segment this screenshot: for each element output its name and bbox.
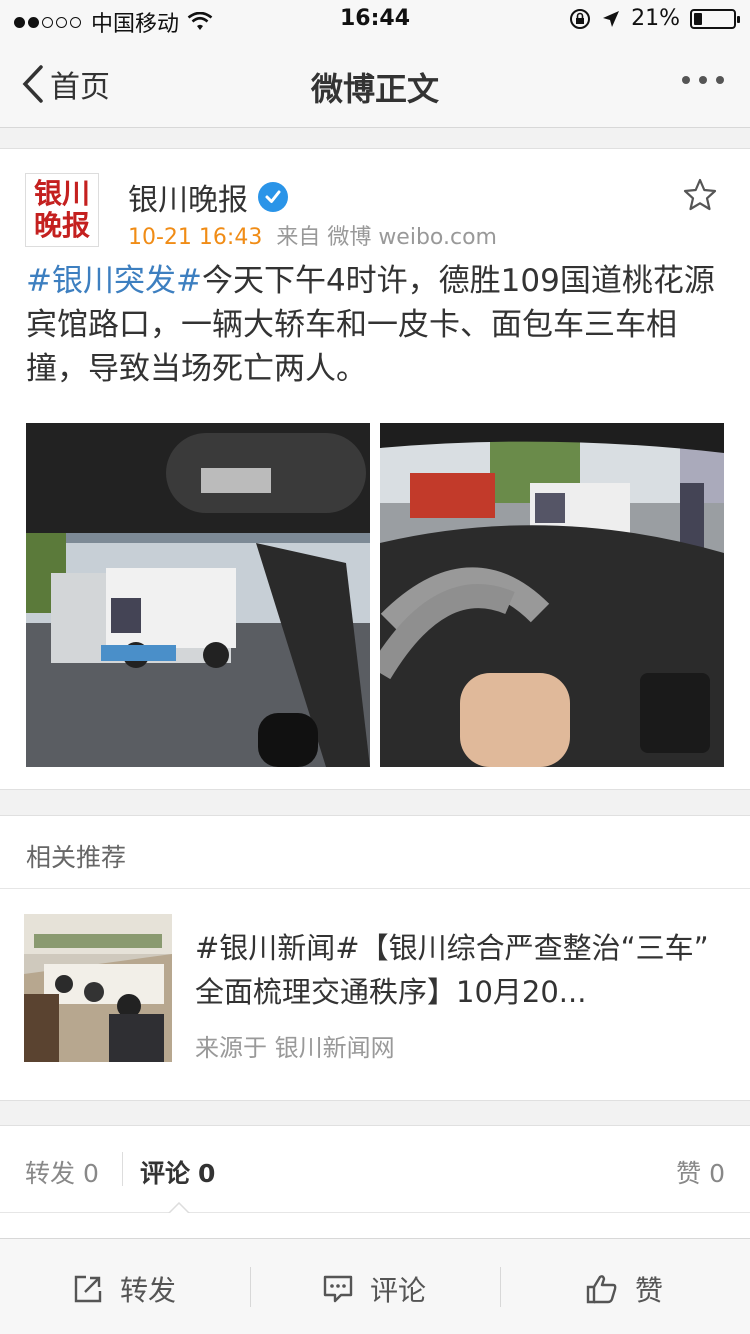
- interaction-tabs: 转发 0 评论 0 赞0: [0, 1125, 750, 1214]
- battery-percent: 21%: [631, 6, 680, 31]
- avatar-text-bottom: 晚报: [33, 209, 90, 242]
- favorite-star-icon[interactable]: [682, 177, 718, 213]
- status-bar-right: 21%: [569, 6, 740, 31]
- author-row: 银川晚报: [128, 175, 288, 219]
- post-time: 10-21 16:43: [128, 225, 263, 250]
- tab-comment[interactable]: 评论 0: [140, 1154, 215, 1190]
- tab-repost-count: 0: [83, 1159, 99, 1188]
- post-photo-1[interactable]: [26, 423, 370, 767]
- location-arrow-icon: [603, 10, 620, 27]
- comment-button[interactable]: 评论: [322, 1269, 426, 1309]
- thumbs-up-icon: [586, 1275, 617, 1304]
- hashtag-link[interactable]: #银川突发#: [26, 263, 202, 299]
- share-icon: [74, 1275, 102, 1303]
- tab-repost[interactable]: 转发 0: [25, 1154, 99, 1190]
- repost-button[interactable]: 转发: [72, 1269, 176, 1309]
- comment-label: 评论: [370, 1274, 427, 1307]
- weibo-post: 银川 晚报 银川晚报 10-21 16:43 来自 微博 weibo.com #银…: [0, 148, 750, 790]
- post-photo-2[interactable]: [380, 423, 724, 767]
- related-item-thumbnail[interactable]: [24, 914, 172, 1062]
- related-section: 相关推荐 #银川新闻#【银川综合严查整治“三车” 全面梳理交通秩序】10月20.…: [0, 815, 750, 1101]
- battery-icon: [690, 8, 740, 29]
- tab-like[interactable]: 赞0: [676, 1154, 725, 1190]
- bottom-toolbar: 转发 评论 赞: [0, 1238, 750, 1334]
- like-label: 赞: [635, 1274, 664, 1307]
- tab-comment-count: 0: [198, 1159, 216, 1188]
- tab-repost-label: 转发: [25, 1159, 76, 1188]
- tab-like-count: 0: [709, 1159, 725, 1188]
- related-item-title[interactable]: #银川新闻#【银川综合严查整治“三车” 全面梳理交通秩序】10月20...: [195, 926, 725, 1014]
- toolbar-divider: [500, 1267, 501, 1307]
- tab-divider: [122, 1152, 123, 1186]
- avatar[interactable]: 银川 晚报: [25, 173, 99, 247]
- related-item-source: 来源于 银川新闻网: [195, 1034, 395, 1062]
- verified-badge-icon: [258, 182, 288, 212]
- avatar-text-top: 银川: [33, 177, 90, 210]
- author-name[interactable]: 银川晚报: [128, 175, 248, 219]
- post-text: #银川突发#今天下午4时许，德胜109国道桃花源宾馆路口，一辆大轿车和一皮卡、面…: [26, 259, 726, 391]
- post-meta: 10-21 16:43 来自 微博 weibo.com: [128, 219, 497, 251]
- rotation-lock-icon: [570, 8, 591, 29]
- status-bar: 中国移动 16:44 21%: [0, 0, 750, 40]
- post-source: 来自 微博 weibo.com: [276, 225, 497, 250]
- tab-like-label: 赞: [676, 1159, 702, 1188]
- repost-label: 转发: [120, 1274, 177, 1307]
- related-title: 相关推荐: [26, 843, 127, 872]
- toolbar-divider: [250, 1267, 251, 1307]
- tab-comment-label: 评论: [140, 1159, 191, 1188]
- like-button[interactable]: 赞: [585, 1269, 663, 1309]
- comment-icon: [323, 1275, 353, 1303]
- divider: [0, 888, 750, 889]
- nav-bar: 首页 微博正文: [0, 40, 750, 128]
- page-title: 微博正文: [310, 70, 439, 108]
- more-options-button[interactable]: [682, 76, 724, 84]
- comments-area: [0, 1213, 750, 1241]
